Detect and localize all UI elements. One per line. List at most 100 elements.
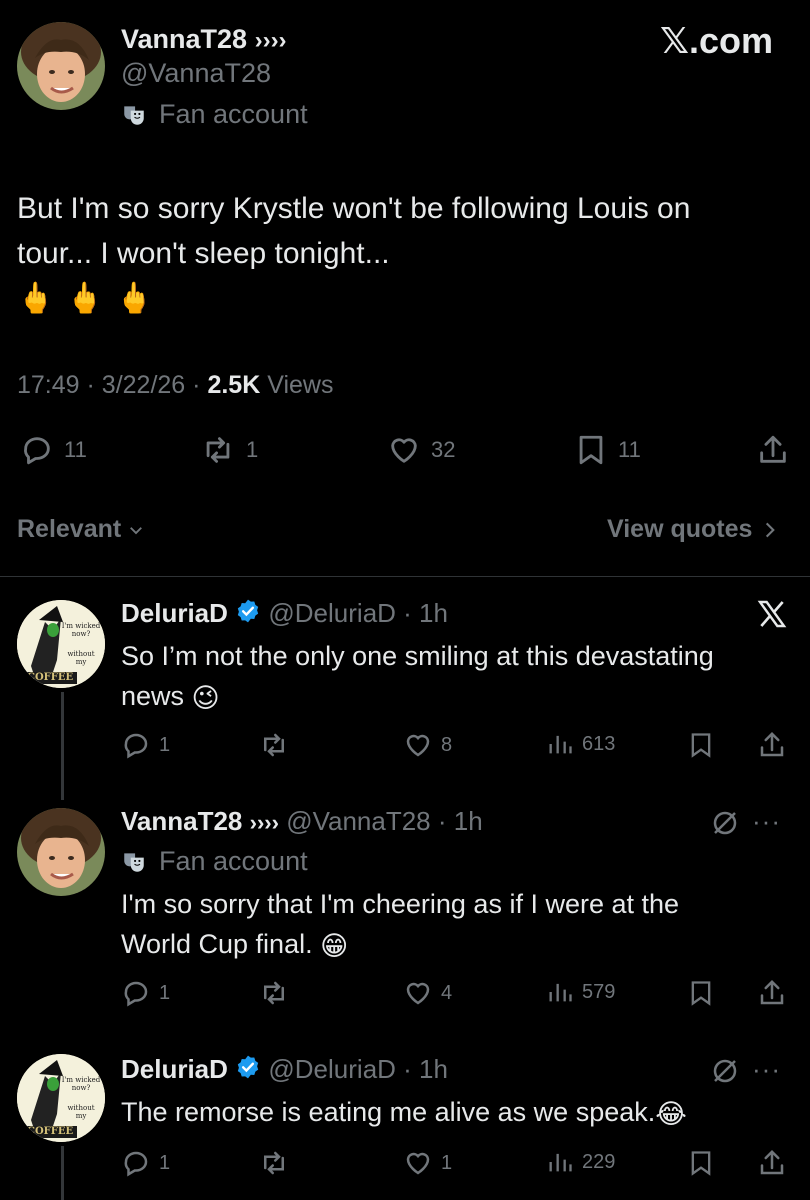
reply3-handle[interactable]: @DeluriaD — [268, 1054, 396, 1084]
share-icon — [756, 433, 790, 467]
reply2-handle[interactable]: @VannaT28 — [286, 806, 430, 836]
chevron-right-icon — [762, 520, 778, 540]
avatar-text-line2: now? — [71, 630, 91, 638]
reply1-line2: news — [121, 681, 185, 711]
heart-icon — [403, 1148, 433, 1178]
reply2-avatar[interactable] — [17, 808, 105, 896]
bookmark-button[interactable]: 11 — [574, 433, 641, 467]
grok-icon[interactable] — [710, 1056, 740, 1086]
reply2-reply-count: 1 — [159, 981, 171, 1004]
views-chart-icon — [546, 1148, 574, 1176]
more-options-icon[interactable]: ··· — [752, 806, 781, 837]
reply1-handle[interactable]: @DeluriaD — [268, 598, 396, 628]
avatar-text-line5: COFFEE — [27, 672, 74, 683]
view-quotes-link[interactable]: View quotes — [607, 515, 778, 544]
repost-count: 1 — [246, 437, 259, 462]
reply2-badge: Fan account — [121, 846, 308, 877]
reply-count: 11 — [64, 437, 87, 462]
like-button[interactable]: 32 — [387, 433, 455, 467]
reply3-like-button[interactable]: 1 — [403, 1148, 452, 1178]
post-date[interactable]: 3/22/26 — [102, 371, 185, 399]
reply1-reply-button[interactable]: 1 — [121, 730, 170, 760]
reply-icon — [121, 978, 151, 1008]
badge-label: Fan account — [159, 99, 308, 129]
reply2-reply-button[interactable]: 1 — [121, 978, 170, 1008]
verified-badge-icon — [235, 1054, 261, 1088]
avatar-text-line3: without — [67, 650, 95, 658]
reply2-text: I'm so sorry that I'm cheering as if I w… — [121, 884, 679, 966]
section-divider — [0, 576, 810, 577]
reply1-like-count: 8 — [441, 733, 453, 756]
reply2-like-button[interactable]: 4 — [403, 978, 452, 1008]
main-author-name-row[interactable]: VannaT28 ›››› — [121, 22, 287, 58]
avatar-text-line4: my — [75, 1112, 87, 1120]
reply3-emoji: 😂 — [655, 1098, 687, 1129]
theater-masks-icon — [121, 102, 147, 128]
main-post-meta: 17:49 · 3/22/26 · 2.5K Views — [17, 371, 334, 399]
main-author-avatar[interactable] — [17, 22, 105, 110]
reply2-share-button[interactable] — [757, 978, 787, 1008]
sort-label: Relevant — [17, 515, 122, 543]
heart-icon — [387, 433, 421, 467]
avatar-text-line1: I'm wicked — [61, 1076, 101, 1084]
post-time[interactable]: 17:49 — [17, 371, 80, 399]
reply3-display-name[interactable]: DeluriaD — [121, 1054, 228, 1084]
reply2-line2: World Cup final. — [121, 929, 313, 959]
reply1-views-button[interactable]: 613 — [546, 730, 615, 758]
views-chart-icon — [546, 978, 574, 1006]
grok-icon[interactable] — [710, 808, 740, 838]
repost-button[interactable]: 1 — [200, 433, 258, 467]
reply3-reply-count: 1 — [159, 1151, 171, 1174]
main-author-handle[interactable]: @VannaT28 — [121, 58, 271, 89]
reply1-time[interactable]: 1h — [419, 598, 448, 628]
reply3-views-button[interactable]: 229 — [546, 1148, 615, 1176]
main-author-name-suffix: ›››› — [254, 27, 287, 54]
reply1-like-button[interactable]: 8 — [403, 730, 452, 760]
reply2-line1: I'm so sorry that I'm cheering as if I w… — [121, 889, 680, 919]
reply-icon — [121, 1148, 151, 1178]
reply-button[interactable]: 11 — [20, 433, 87, 467]
repost-icon — [258, 730, 290, 760]
repost-icon — [258, 978, 290, 1008]
reply1-bookmark-button[interactable] — [687, 730, 715, 760]
reply3-repost-button[interactable] — [258, 1148, 298, 1178]
main-author-display-name[interactable]: VannaT28 — [121, 24, 247, 54]
reply3-reply-button[interactable]: 1 — [121, 1148, 170, 1178]
share-icon — [757, 978, 787, 1008]
avatar-text-line2: now? — [71, 1084, 91, 1092]
reply-icon — [20, 433, 54, 467]
site-watermark: 𝕏.com — [660, 20, 774, 61]
reply2-header: VannaT28 ›››› @VannaT28 · 1h — [121, 806, 483, 836]
reply2-repost-button[interactable] — [258, 978, 298, 1008]
avatar-text-line5: COFFEE — [27, 1126, 74, 1137]
bookmark-count: 11 — [618, 437, 641, 462]
reply3-bookmark-button[interactable] — [687, 1148, 715, 1178]
reply1-reply-count: 1 — [159, 733, 171, 756]
reply2-time[interactable]: 1h — [454, 806, 483, 836]
reply2-views-button[interactable]: 579 — [546, 978, 615, 1006]
bookmark-icon — [687, 730, 715, 760]
reply3-avatar[interactable]: I'm wicked now? without my COFFEE — [17, 1054, 105, 1142]
verified-badge-icon — [235, 598, 261, 632]
reply3-share-button[interactable] — [757, 1148, 787, 1178]
reply1-avatar[interactable]: I'm wicked now? without my COFFEE — [17, 600, 105, 688]
sort-dropdown[interactable]: Relevant — [17, 515, 145, 544]
main-post-emojis: 🖕🖕🖕 — [17, 282, 166, 315]
thread-line — [61, 1146, 64, 1200]
repost-icon — [200, 433, 236, 467]
more-options-icon[interactable]: ··· — [752, 1054, 781, 1085]
share-button[interactable] — [756, 433, 790, 467]
main-post-line2: tour... I won't sleep tonight... — [17, 237, 390, 270]
reply1-share-button[interactable] — [757, 730, 787, 760]
thread-line — [61, 692, 64, 800]
reply1-line1: So I’m not the only one smiling at this … — [121, 641, 714, 671]
theater-masks-icon — [121, 849, 147, 875]
share-icon — [757, 730, 787, 760]
reply1-repost-button[interactable] — [258, 730, 298, 760]
reply2-bookmark-button[interactable] — [687, 978, 715, 1008]
reply3-like-count: 1 — [441, 1151, 453, 1174]
reply2-display-name[interactable]: VannaT28 — [121, 806, 242, 836]
reply2-name-suffix: ›››› — [249, 810, 279, 835]
reply1-display-name[interactable]: DeluriaD — [121, 598, 228, 628]
reply3-time[interactable]: 1h — [419, 1054, 448, 1084]
